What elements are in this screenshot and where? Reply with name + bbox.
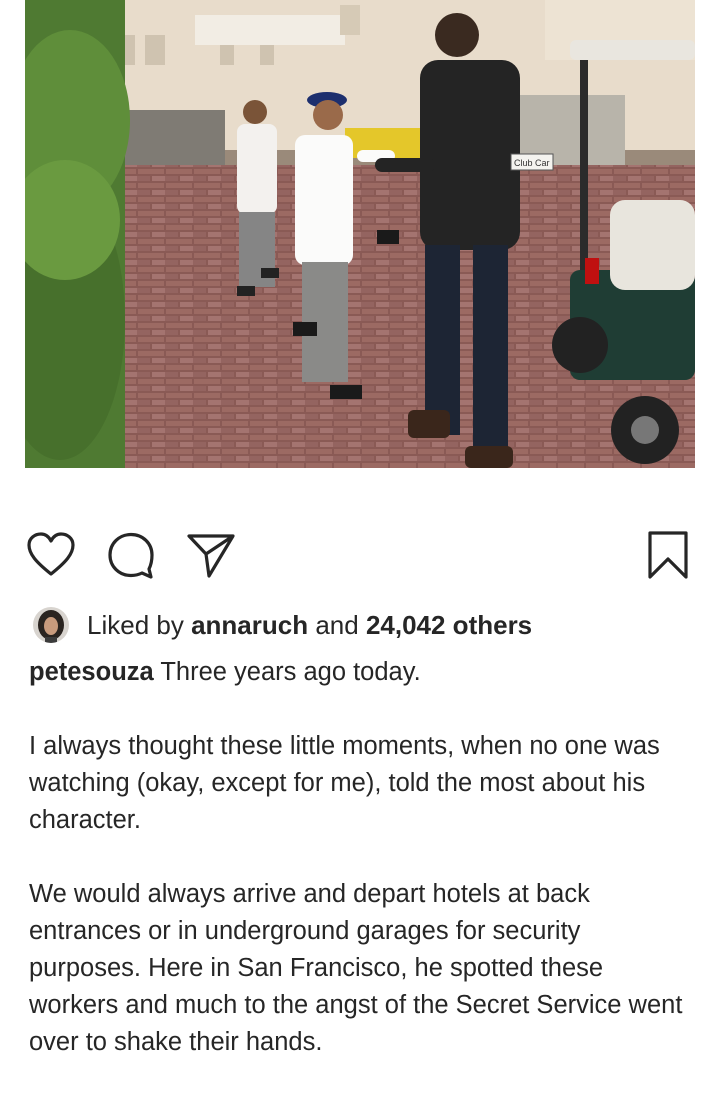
caption-paragraph: We would always arrive and depart hotels… [29,880,683,1056]
caption-first-text: Three years ago today. [153,658,421,686]
caption-first-line: petesouza Three years ago today. [29,654,699,691]
photo-illustration: Club Car [25,0,695,468]
caption-author-link[interactable]: petesouza [29,658,154,686]
liked-by-user-link[interactable]: annaruch [191,610,308,641]
likes-prefix: Liked by [87,609,192,640]
post-caption: petesouza Three years ago today. I alway… [29,654,699,1098]
paper-plane-icon[interactable] [185,528,237,582]
action-bar [0,528,720,584]
photo-sign-text: Club Car [514,158,550,168]
bookmark-icon[interactable] [642,528,694,582]
comment-icon[interactable] [105,528,157,582]
paper-plane-icon-graphic [187,534,235,578]
caption-paragraph: I always thought these little moments, w… [29,732,660,834]
likes-middle: and [308,609,366,640]
comment-icon-graphic [108,532,154,579]
post-photo[interactable]: Club Car [25,0,695,468]
likes-count-link[interactable]: 24,042 others [366,610,532,641]
heart-icon[interactable] [25,528,77,582]
avatar[interactable] [33,607,69,643]
bookmark-icon-graphic [648,531,688,579]
likes-row: Liked by annaruch and 24,042 others [33,605,532,645]
avatar-image [33,607,69,643]
heart-icon-graphic [27,532,75,576]
